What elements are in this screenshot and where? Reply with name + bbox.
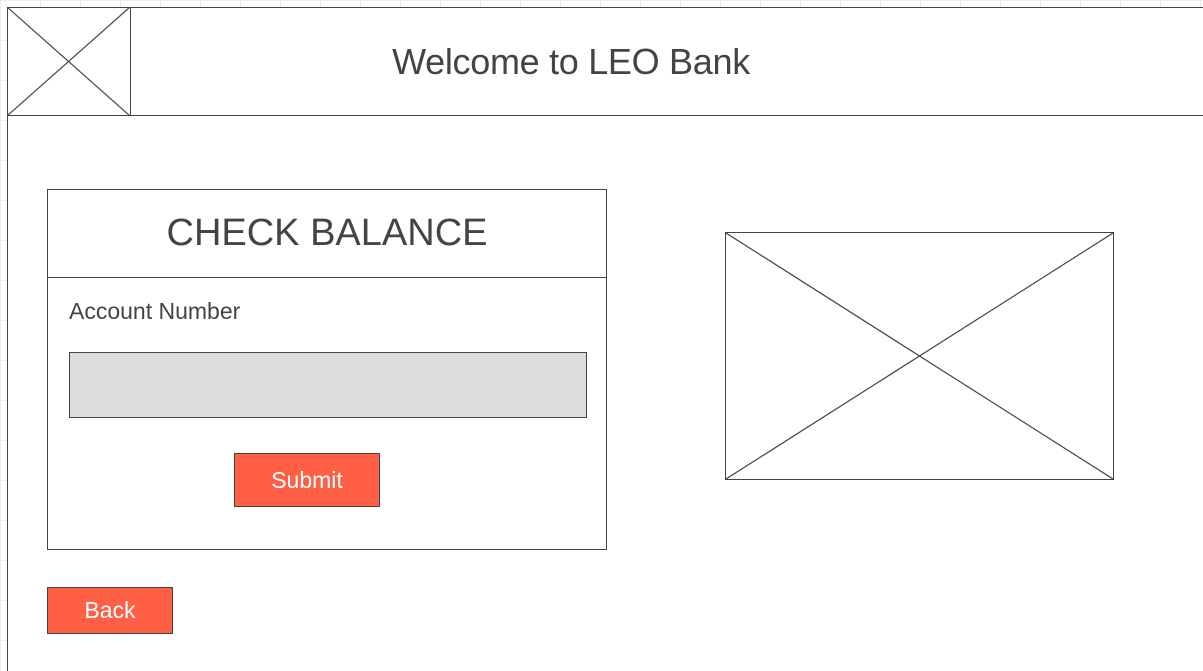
- logo-placeholder-icon: [7, 7, 131, 116]
- back-button[interactable]: Back: [47, 587, 173, 634]
- image-cross-icon: [726, 233, 1113, 479]
- account-number-input[interactable]: [69, 352, 587, 418]
- page-title: Welcome to LEO Bank: [392, 40, 750, 82]
- check-balance-heading: CHECK BALANCE: [48, 190, 606, 278]
- submit-button[interactable]: Submit: [234, 453, 380, 507]
- logo-cross-icon: [7, 7, 130, 116]
- wireframe-canvas: Welcome to LEO Bank CHECK BALANCE Accoun…: [0, 0, 1203, 671]
- account-number-label: Account Number: [69, 298, 241, 324]
- image-placeholder-icon: [725, 232, 1114, 480]
- check-balance-panel: CHECK BALANCE Account Number Submit: [47, 189, 607, 550]
